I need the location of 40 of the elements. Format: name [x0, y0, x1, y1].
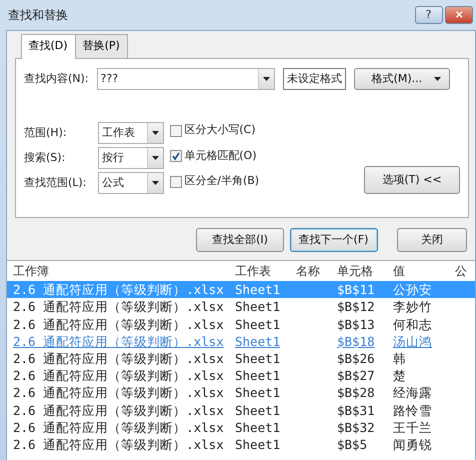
result-row[interactable]: 2.6 通配符应用（等级判断）.xlsx Sheet1 $B$32 王千兰 [7, 418, 475, 436]
find-label: 查找内容(N): [24, 71, 89, 87]
result-row[interactable]: 2.6 通配符应用（等级判断）.xlsx Sheet1 $B$18 汤山鸿 [7, 332, 475, 350]
result-row[interactable]: 2.6 通配符应用（等级判断）.xlsx Sheet1 $B$5 闻勇锐 [7, 436, 475, 454]
checkbox-label: 区分全/半角(B) [184, 173, 260, 190]
tab[interactable]: 替换(P) [74, 34, 128, 58]
column-header[interactable]: 公 [455, 261, 475, 282]
column-header[interactable]: 值 [393, 261, 455, 282]
option-label: 搜索(S): [24, 150, 66, 166]
dialog-button[interactable]: 查找下一个(F) [290, 228, 378, 252]
format-button[interactable]: 格式(M)... [354, 68, 450, 90]
tab[interactable]: 查找(D) [20, 34, 76, 60]
window-title: 查找和替换 [7, 7, 69, 24]
caret-icon [434, 77, 441, 82]
option-label: 查找范围(L): [24, 174, 88, 190]
column-header[interactable]: 工作表 [235, 261, 296, 282]
result-row[interactable]: 2.6 通配符应用（等级判断）.xlsx Sheet1 $B$28 经海露 [7, 384, 475, 402]
select-field[interactable]: 工作表 [98, 122, 164, 144]
help-button[interactable]: ? [414, 6, 442, 24]
dialog-button[interactable]: 查找全部(I) [196, 228, 284, 252]
checkbox[interactable] [170, 150, 182, 162]
result-row[interactable]: 2.6 通配符应用（等级判断）.xlsx Sheet1 $B$27 楚 [7, 367, 475, 384]
checkbox[interactable] [170, 124, 182, 136]
result-row[interactable]: 2.6 通配符应用（等级判断）.xlsx Sheet1 $B$31 路怜雪 [7, 402, 475, 419]
column-header[interactable]: 单元格 [337, 261, 393, 282]
result-row[interactable]: 2.6 通配符应用（等级判断）.xlsx Sheet1 $B$12 李妙竹 [7, 298, 475, 316]
select-field[interactable]: 公式 [98, 172, 164, 194]
options-button[interactable]: 选项(T) << [364, 166, 460, 194]
dialog-button[interactable]: 关闭 [397, 228, 467, 252]
checkbox-label: 区分大小写(C) [184, 122, 256, 138]
column-header[interactable]: 名称 [296, 261, 337, 282]
column-header[interactable]: 工作簿 [7, 261, 235, 282]
result-row[interactable]: 2.6 通配符应用（等级判断）.xlsx Sheet1 $B$26 韩 [7, 350, 475, 368]
result-row[interactable]: 2.6 通配符应用（等级判断）.xlsx Sheet1 $B$13 何和志 [7, 316, 475, 333]
checkbox[interactable] [170, 176, 182, 188]
format-preview: 未设定格式 [283, 68, 346, 90]
search-field[interactable]: ??? [96, 68, 275, 90]
checkbox-label: 单元格匹配(O) [184, 148, 256, 164]
select-field[interactable]: 按行 [98, 147, 164, 169]
option-label: 范围(H): [24, 125, 68, 141]
